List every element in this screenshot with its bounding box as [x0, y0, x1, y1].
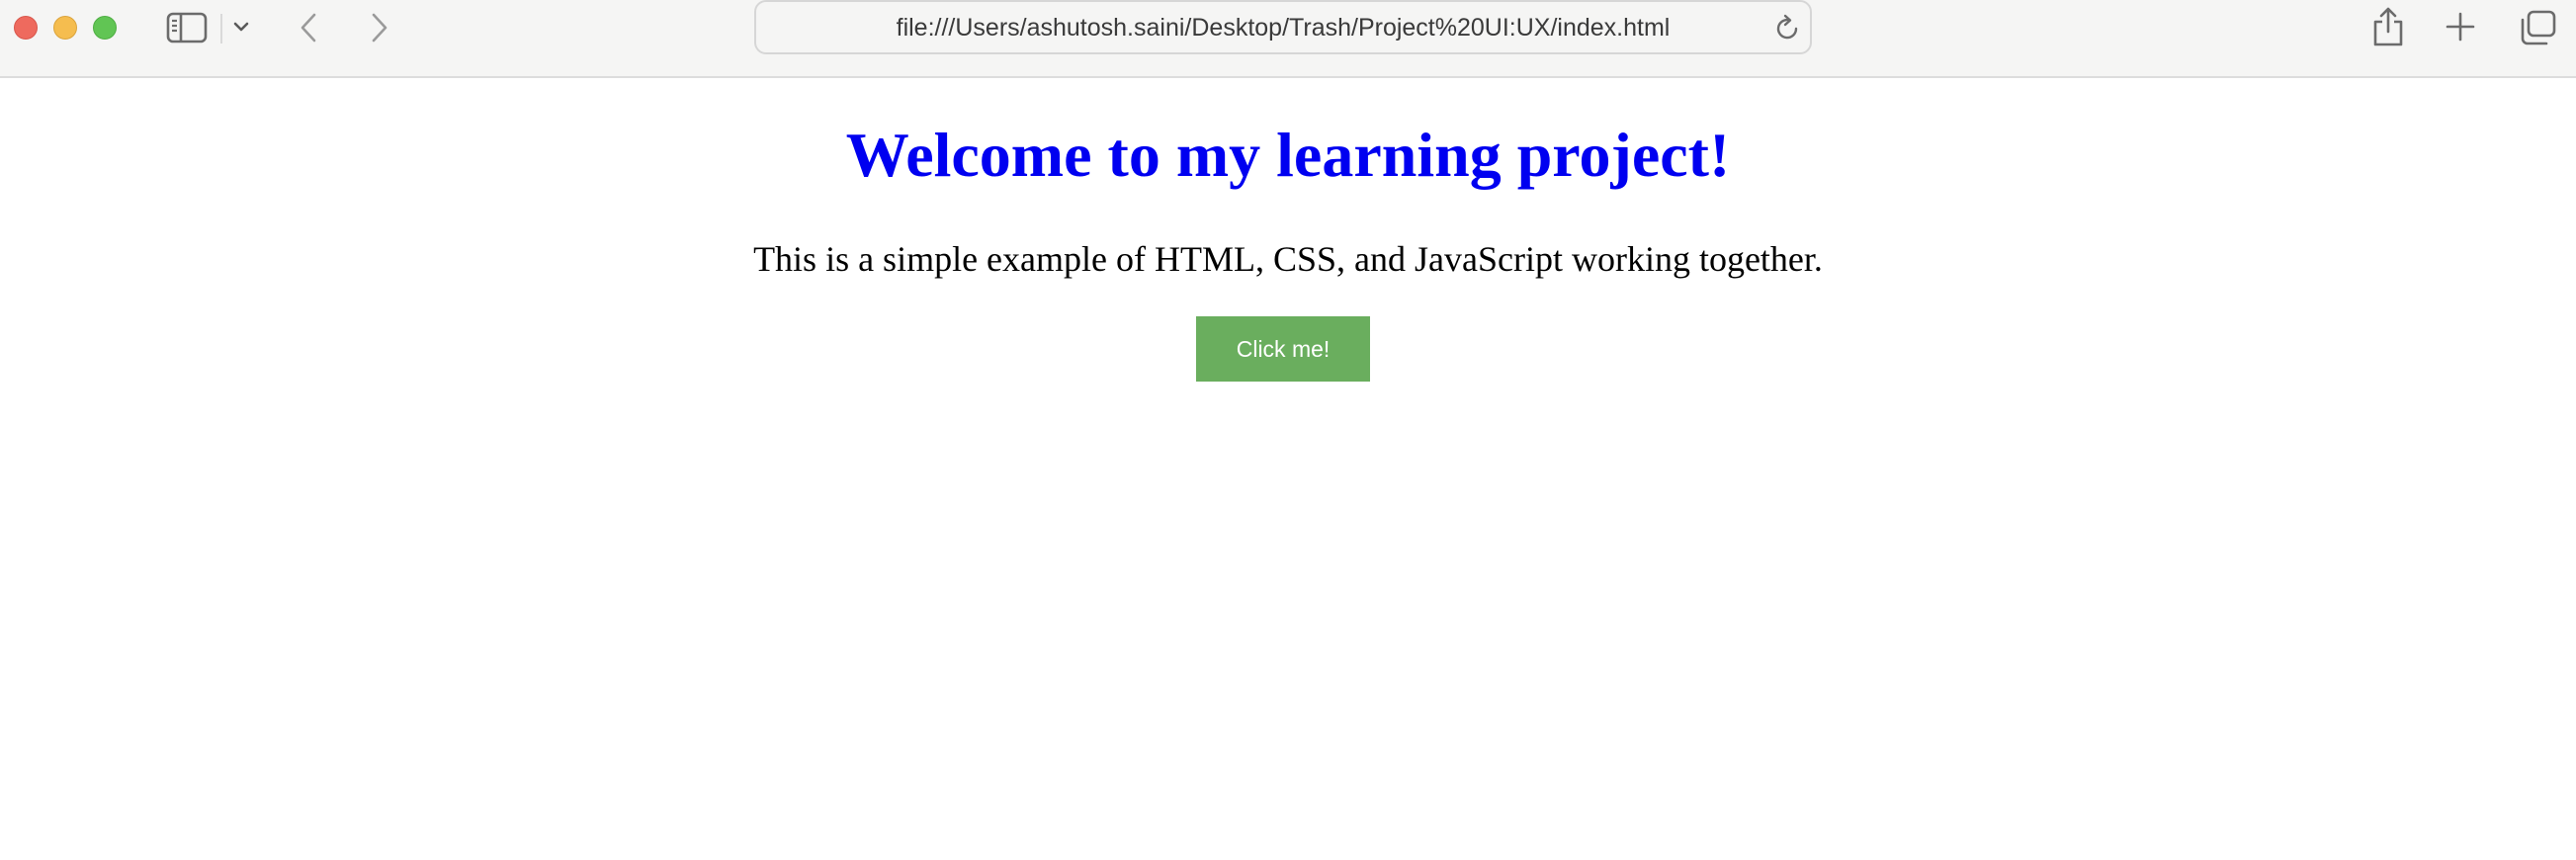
browser-toolbar: file:///Users/ashutosh.saini/Desktop/Tra…	[0, 0, 2576, 78]
chevron-down-icon[interactable]	[231, 20, 251, 36]
maximize-window-button[interactable]	[93, 16, 117, 40]
address-bar[interactable]: file:///Users/ashutosh.saini/Desktop/Tra…	[754, 0, 1812, 54]
tabs-icon[interactable]	[2519, 10, 2556, 45]
page-title: Welcome to my learning project!	[845, 120, 1731, 190]
minimize-window-button[interactable]	[53, 16, 77, 40]
browser-window: file:///Users/ashutosh.saini/Desktop/Tra…	[0, 0, 2576, 860]
page-description: This is a simple example of HTML, CSS, a…	[753, 239, 1823, 279]
click-me-button[interactable]: Click me!	[1196, 316, 1370, 382]
plus-icon[interactable]	[2446, 12, 2475, 42]
toolbar-divider	[220, 14, 222, 43]
address-url[interactable]: file:///Users/ashutosh.saini/Desktop/Tra…	[756, 14, 1810, 43]
web-page-content: Welcome to my learning project! This is …	[0, 78, 2576, 860]
share-icon[interactable]	[2370, 6, 2406, 47]
chevron-left-icon[interactable]	[295, 12, 322, 43]
reload-icon[interactable]	[1772, 14, 1802, 43]
sidebar-icon[interactable]	[166, 12, 208, 43]
chevron-right-icon[interactable]	[366, 12, 393, 43]
close-window-button[interactable]	[14, 16, 38, 40]
